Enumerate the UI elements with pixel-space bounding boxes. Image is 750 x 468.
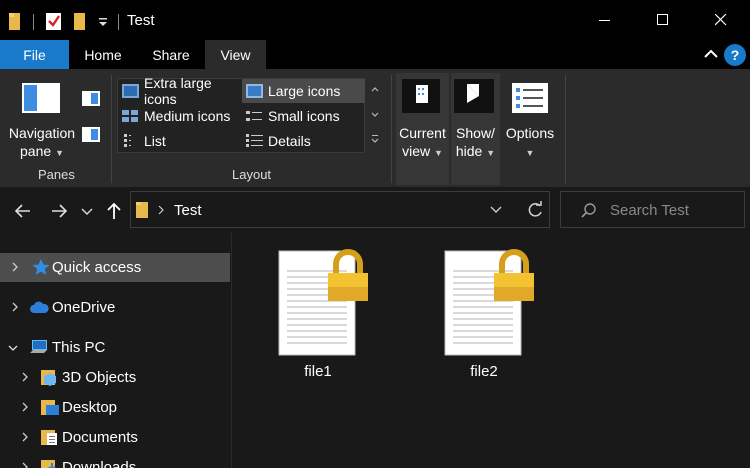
address-path: Test [174,202,202,219]
ribbon: Navigation pane ▼ Panes Extra large icon… [0,69,750,187]
file-name: file2 [470,363,498,380]
chevron-right-icon[interactable] [20,402,30,412]
chevron-right-icon[interactable] [20,432,30,442]
ribbon-tabs: File Home Share View [0,40,750,69]
tab-home[interactable]: Home [69,40,137,69]
large-icons-icon [246,84,263,98]
locked-document-icon [444,249,534,356]
help-icon: ? [730,47,740,63]
address-row: Test Search Test [0,187,750,233]
group-separator [565,75,566,183]
search-icon [581,203,596,218]
dropdown-arrow-icon: ▼ [433,148,443,158]
locked-document-icon [278,249,368,356]
help-button[interactable]: ? [724,44,746,66]
layout-medium-icons[interactable]: Medium icons [118,104,242,128]
details-pane-icon[interactable] [82,127,100,142]
preview-pane-icon[interactable] [82,91,100,106]
forward-button[interactable] [48,200,70,222]
window-title: Test [127,12,155,29]
layout-gallery: Extra large icons Large icons Medium ico… [117,75,365,153]
maximize-button[interactable] [634,0,692,40]
nav-item-3d-objects[interactable]: 3D Objects [0,363,230,392]
nav-item-quick-access[interactable]: Quick access [0,253,230,282]
new-folder-icon[interactable] [73,10,87,32]
search-input[interactable]: Search Test [610,202,689,219]
current-view-button[interactable]: Current view ▼ [396,73,449,185]
search-box[interactable]: Search Test [560,191,745,228]
show-hide-icon [454,79,494,113]
file-view: file1 file2 [231,233,750,468]
separator [33,14,34,30]
star-icon [32,259,50,275]
back-button[interactable] [12,200,34,222]
group-separator [111,75,112,183]
file-item[interactable]: file2 [424,245,544,385]
chevron-right-icon[interactable] [10,302,20,312]
tab-view[interactable]: View [205,40,266,69]
address-bar[interactable]: Test [130,191,550,228]
recent-locations-button[interactable] [80,200,94,222]
nav-item-onedrive[interactable]: OneDrive [0,293,230,322]
minimize-button[interactable] [576,0,634,40]
details-icon [246,134,263,147]
dropdown-arrow-icon: ▼ [486,148,496,158]
chevron-right-icon[interactable] [10,262,20,272]
maximize-icon [657,14,668,25]
tab-share[interactable]: Share [137,40,205,69]
title-bar: Test [0,0,750,40]
dropdown-arrow-icon: ▼ [55,148,64,158]
small-icons-icon [246,111,262,121]
group-label-panes: Panes [38,167,75,182]
chevron-right-icon[interactable] [20,462,30,468]
group-separator [391,75,392,183]
tab-file[interactable]: File [0,40,69,69]
options-button[interactable]: Options ▼ [500,124,560,162]
close-icon [715,14,727,26]
options-icon [512,83,548,113]
computer-icon [30,340,47,353]
file-name: file1 [304,363,332,380]
nav-item-documents[interactable]: Documents [0,423,230,452]
properties-icon[interactable] [45,10,63,32]
navigation-pane-icon [22,83,60,113]
layout-extra-large-icons[interactable]: Extra large icons [118,75,242,107]
desktop-folder-icon [41,400,59,415]
cloud-icon [30,301,49,313]
chevron-down-icon[interactable] [8,343,18,353]
navigation-pane: Quick access OneDrive This PC 3D Objects [0,233,231,468]
layout-details[interactable]: Details [242,129,365,153]
collapse-ribbon-icon[interactable] [702,44,720,64]
downloads-folder-icon [41,460,56,468]
list-icon [124,134,131,147]
medium-icons-icon [122,110,138,122]
layout-list[interactable]: List [118,129,242,153]
chevron-down-icon[interactable] [489,204,503,216]
customize-qat-icon[interactable] [97,10,109,32]
file-item[interactable]: file1 [258,245,378,385]
documents-folder-icon [41,430,57,445]
folder-icon [9,13,20,30]
3d-objects-icon [41,370,56,386]
up-button[interactable] [103,200,125,222]
group-label-layout: Layout [232,167,272,182]
close-button[interactable] [692,0,750,40]
current-view-icon [402,79,440,113]
dropdown-arrow-icon: ▼ [525,148,535,158]
chevron-right-icon[interactable] [20,372,30,382]
folder-icon [136,202,148,218]
gallery-scroll-icon[interactable] [370,83,380,149]
minimize-icon [599,20,610,21]
navigation-pane-button[interactable]: Navigation pane ▼ [6,124,78,162]
nav-item-desktop[interactable]: Desktop [0,393,230,422]
extra-large-icons-icon [122,84,139,98]
chevron-right-icon[interactable] [157,205,165,215]
refresh-icon[interactable] [526,201,544,219]
show-hide-button[interactable]: Show/ hide ▼ [451,73,500,185]
nav-item-this-pc[interactable]: This PC [0,333,230,362]
nav-item-downloads[interactable]: Downloads [0,453,230,468]
layout-large-icons[interactable]: Large icons [242,79,365,103]
separator [118,14,119,30]
layout-small-icons[interactable]: Small icons [242,104,365,128]
